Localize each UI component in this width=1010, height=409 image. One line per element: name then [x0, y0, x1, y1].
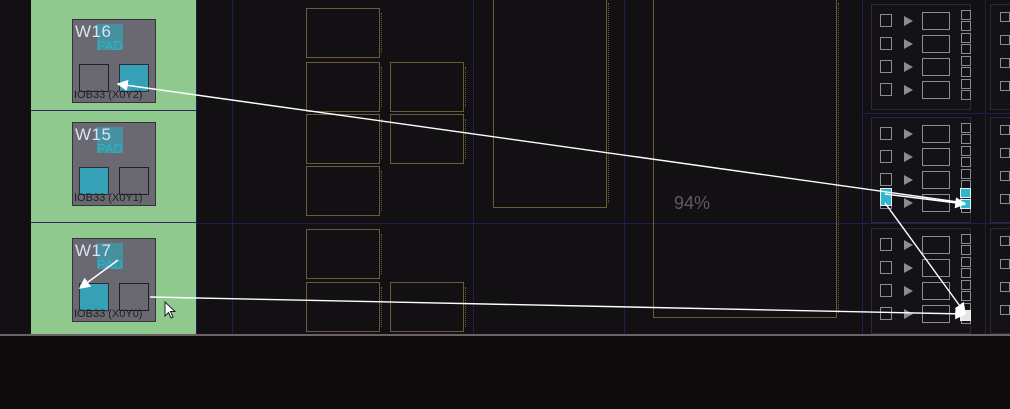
empty-panel [0, 336, 1010, 409]
net-line [78, 259, 119, 289]
net-line [116, 79, 966, 204]
net-line [884, 193, 967, 209]
device-canvas[interactable]: W16 PAD IOB33 (X0Y2) W15 PAD IOB33 (X0Y1… [0, 0, 1010, 336]
net-line [149, 296, 967, 320]
arrow-cursor-icon [164, 301, 177, 319]
net-line [884, 202, 966, 315]
routed-nets [78, 79, 967, 320]
